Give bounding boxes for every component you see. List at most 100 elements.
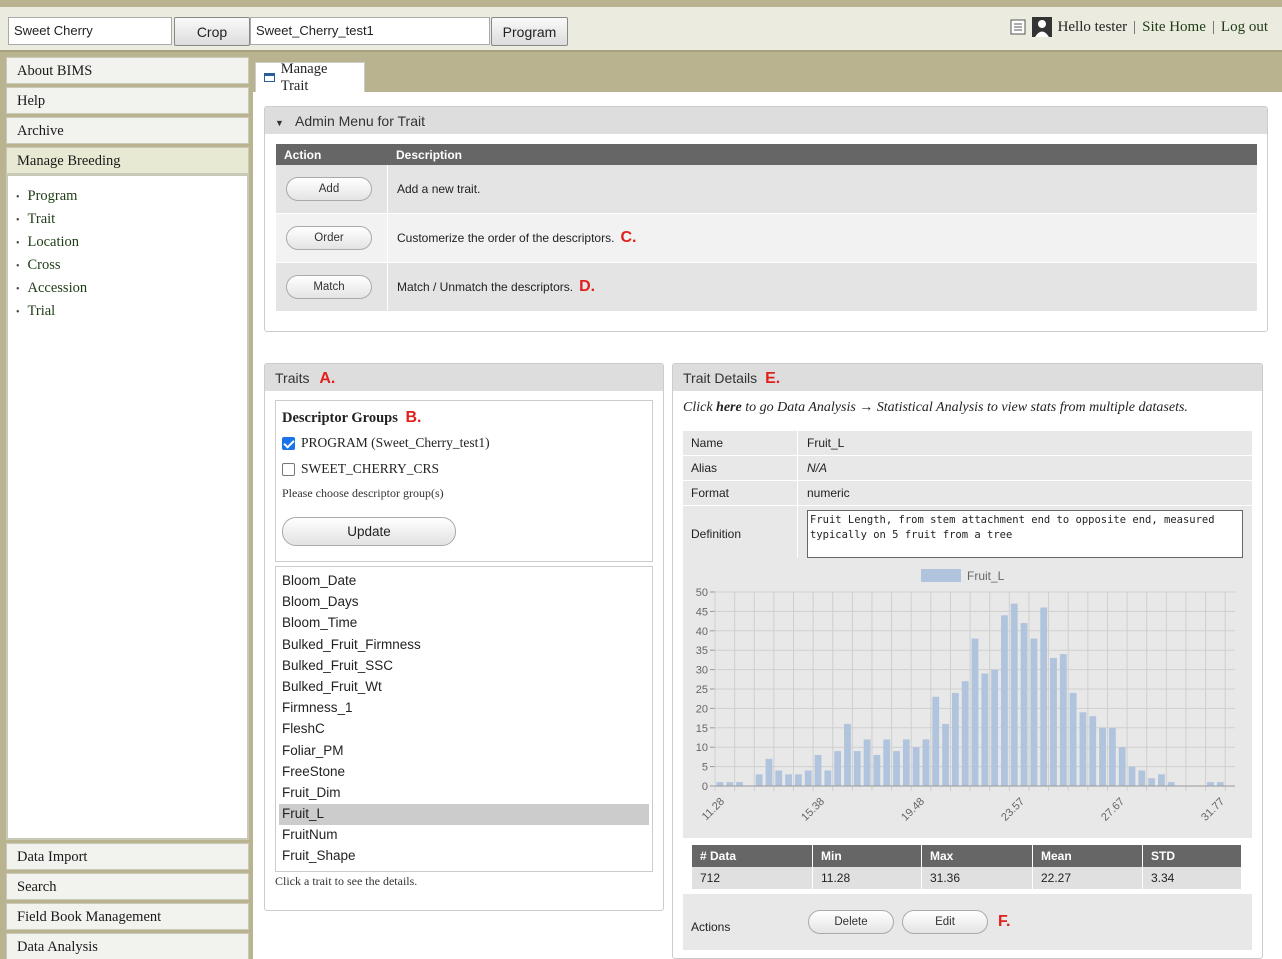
nav-about-bims[interactable]: About BIMS: [6, 57, 249, 84]
nav-archive[interactable]: Archive: [6, 117, 249, 144]
list-item[interactable]: Bulked_Fruit_Firmness: [279, 635, 649, 656]
checkbox-checked[interactable]: [282, 436, 295, 450]
histogram-bar: [1138, 770, 1146, 786]
list-item[interactable]: Bulked_Fruit_SSC: [279, 656, 649, 677]
crop-button[interactable]: Crop: [174, 17, 250, 46]
descriptor-groups-box: Descriptor Groups B. PROGRAM (Sweet_Cher…: [275, 400, 653, 562]
histogram-bar: [1207, 782, 1214, 786]
list-item[interactable]: Bloom_Time: [279, 613, 649, 634]
y-tick-label: 10: [696, 742, 708, 754]
caret-down-icon: ▼: [275, 118, 284, 128]
trait-list[interactable]: Bloom_Date Bloom_Days Bloom_Time Bulked_…: [275, 566, 653, 872]
nav-help[interactable]: Help: [6, 87, 249, 114]
edit-button[interactable]: Edit: [902, 910, 988, 934]
histogram-bar: [1167, 782, 1175, 786]
list-item[interactable]: Fruit_Shape: [279, 846, 649, 867]
trait-details-title: Trait Details: [683, 370, 758, 386]
histogram-bar: [863, 739, 871, 786]
histogram-bar: [922, 739, 930, 786]
list-item[interactable]: FruitNum: [279, 825, 649, 846]
update-button[interactable]: Update: [282, 517, 456, 546]
submenu-item-trait[interactable]: • Trait: [16, 211, 239, 228]
histogram-bar: [971, 638, 979, 786]
group-crs-option[interactable]: SWEET_CHERRY_CRS: [282, 461, 646, 477]
group-program-option[interactable]: PROGRAM (Sweet_Cherry_test1): [282, 435, 646, 451]
y-tick-label: 35: [696, 645, 708, 657]
table-row: Order Customerize the order of the descr…: [276, 214, 1257, 263]
definition-textarea[interactable]: Fruit Length, from stem attachment end t…: [807, 510, 1243, 558]
histogram-bar: [1050, 657, 1057, 786]
nav-data-analysis[interactable]: Data Analysis: [6, 933, 249, 959]
marker-a: A.: [319, 370, 336, 387]
nav-search[interactable]: Search: [6, 873, 249, 900]
submenu-item-trial[interactable]: • Trial: [16, 303, 239, 320]
list-item[interactable]: FreeStone: [279, 762, 649, 783]
x-tick-label: 15.38: [799, 796, 827, 824]
list-item[interactable]: Bulked_Fruit_Wt: [279, 677, 649, 698]
list-item[interactable]: Bloom_Days: [279, 592, 649, 613]
user-icon[interactable]: [1031, 17, 1052, 37]
window-icon: [264, 73, 275, 82]
histogram-bar: [1148, 778, 1156, 786]
nav-manage-breeding[interactable]: Manage Breeding: [6, 147, 249, 174]
list-item-selected[interactable]: Fruit_L: [279, 804, 649, 826]
admin-table: Action Description Add Add a new trait. …: [276, 144, 1257, 312]
program-field[interactable]: Sweet_Cherry_test1: [250, 17, 490, 45]
here-link[interactable]: here: [716, 400, 742, 415]
site-home-link[interactable]: Site Home: [1142, 19, 1206, 36]
row-description: Customerize the order of the descriptors…: [397, 231, 615, 245]
histogram-bar: [834, 751, 842, 786]
marker-f: F.: [998, 913, 1011, 930]
histogram-bar: [1118, 747, 1126, 786]
histogram-bar: [1001, 615, 1008, 786]
separator: |: [1211, 18, 1215, 35]
histogram-bar: [981, 673, 989, 786]
table-row: Format numeric: [683, 481, 1252, 506]
trait-format-value: numeric: [807, 486, 850, 500]
histogram-bar: [775, 770, 783, 786]
nav-data-import[interactable]: Data Import: [6, 843, 249, 870]
table-row: Name Fruit_L: [683, 431, 1252, 456]
list-item[interactable]: Fruit_Dim: [279, 783, 649, 804]
histogram-chart: Fruit_L 0 5 10 15 20 25 30 35 40 45 50 11.28 15.38 19.…: [683, 558, 1252, 838]
legend-swatch: [921, 569, 961, 582]
trait-name-value: Fruit_L: [807, 436, 845, 450]
add-button[interactable]: Add: [286, 177, 372, 201]
logout-link[interactable]: Log out: [1221, 19, 1268, 36]
list-item[interactable]: Firmness_1: [279, 698, 649, 719]
admin-menu-header[interactable]: ▼ Admin Menu for Trait: [265, 107, 1267, 134]
submenu-item-cross[interactable]: • Cross: [16, 257, 239, 274]
group-label: SWEET_CHERRY_CRS: [301, 461, 440, 476]
group-label: PROGRAM (Sweet_Cherry_test1): [301, 435, 490, 450]
submenu-item-program[interactable]: • Program: [16, 188, 239, 205]
tab-manage-trait[interactable]: Manage Trait: [255, 61, 365, 94]
histogram-bar: [1216, 782, 1224, 786]
checkbox-unchecked[interactable]: [282, 462, 295, 476]
main-content: Manage Trait ▼ Admin Menu for Trait Acti…: [253, 57, 1282, 959]
list-item[interactable]: Bloom_Date: [279, 571, 649, 592]
submenu-item-accession[interactable]: • Accession: [16, 280, 239, 297]
order-button[interactable]: Order: [286, 226, 372, 250]
delete-button[interactable]: Delete: [808, 910, 894, 934]
marker-d: D.: [579, 278, 596, 295]
histogram-bar: [814, 754, 822, 786]
program-button[interactable]: Program: [491, 17, 568, 46]
histogram-bar: [1099, 727, 1106, 786]
legend-label: Fruit_L: [967, 569, 1005, 583]
histogram-bar: [794, 774, 802, 786]
group-hint: Please choose descriptor group(s): [282, 486, 444, 500]
histogram-bar: [961, 681, 969, 786]
list-icon[interactable]: [1010, 19, 1026, 35]
match-button[interactable]: Match: [286, 275, 372, 299]
histogram-bar: [716, 782, 724, 786]
actions-row: Actions Delete Edit F.: [683, 894, 1252, 950]
crop-field[interactable]: Sweet Cherry: [8, 17, 172, 45]
y-tick-label: 40: [696, 626, 708, 638]
histogram-bar: [1020, 623, 1028, 786]
list-item[interactable]: FleshC: [279, 719, 649, 740]
histogram-bar: [765, 758, 773, 786]
histogram-bar: [1108, 727, 1116, 786]
list-item[interactable]: Foliar_PM: [279, 741, 649, 762]
submenu-item-location[interactable]: • Location: [16, 234, 239, 251]
nav-field-book[interactable]: Field Book Management: [6, 903, 249, 930]
